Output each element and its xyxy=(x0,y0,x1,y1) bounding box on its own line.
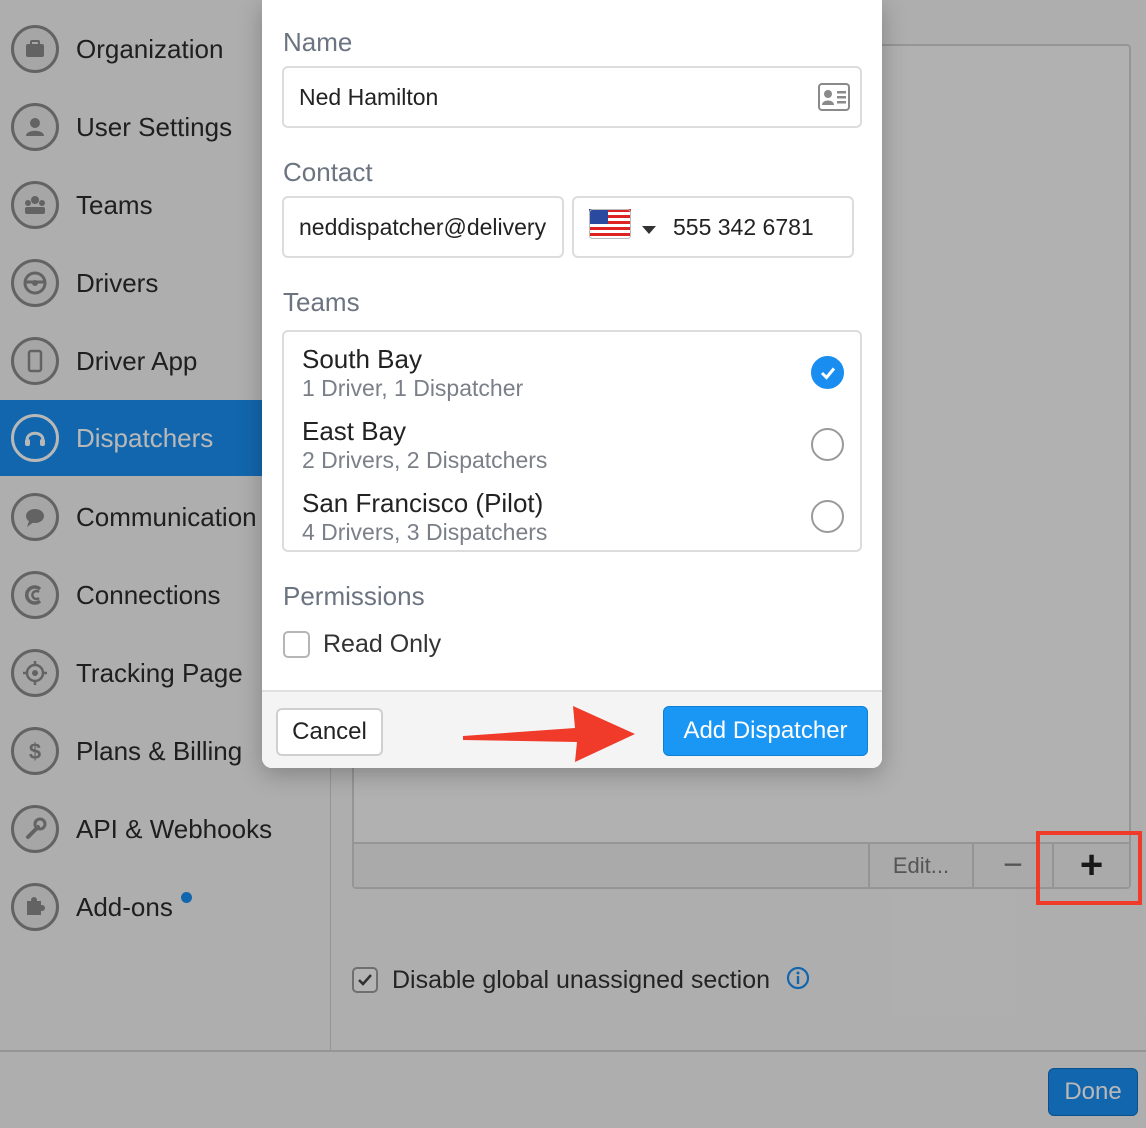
read-only-row[interactable]: Read Only xyxy=(283,630,441,659)
team-name: San Francisco (Pilot) xyxy=(302,488,544,518)
team-radio[interactable] xyxy=(811,500,844,533)
contact-section-label: Contact xyxy=(283,157,373,187)
team-name: East Bay xyxy=(302,416,407,446)
read-only-label: Read Only xyxy=(323,630,442,658)
teams-list: South Bay 1 Driver, 1 Dispatcher East Ba… xyxy=(282,330,862,552)
chevron-down-icon xyxy=(641,214,657,241)
team-detail: 2 Drivers, 2 Dispatchers xyxy=(302,447,548,473)
contact-card-icon xyxy=(818,83,850,117)
annotation-highlight-box xyxy=(1036,831,1142,905)
team-detail: 4 Drivers, 3 Dispatchers xyxy=(302,519,548,545)
checkmark-icon xyxy=(820,367,835,380)
team-detail: 1 Driver, 1 Dispatcher xyxy=(302,375,524,401)
team-radio[interactable] xyxy=(811,428,844,461)
read-only-checkbox[interactable] xyxy=(283,631,310,658)
name-section-label: Name xyxy=(283,27,353,57)
phone-value: 555 342 6781 xyxy=(673,213,814,240)
permissions-section-label: Permissions xyxy=(283,581,425,611)
team-row-south-bay[interactable]: South Bay 1 Driver, 1 Dispatcher xyxy=(284,344,860,416)
team-name: South Bay xyxy=(302,344,422,374)
team-row-san-francisco[interactable]: San Francisco (Pilot) 4 Drivers, 3 Dispa… xyxy=(284,488,860,560)
email-value: neddispatcher@delivery xyxy=(299,213,547,240)
teams-section-label: Teams xyxy=(283,287,360,317)
country-selector[interactable] xyxy=(589,209,657,245)
name-value: Ned Hamilton xyxy=(299,83,439,110)
add-dispatcher-button[interactable]: Add Dispatcher xyxy=(663,706,868,756)
email-field[interactable]: neddispatcher@delivery xyxy=(282,196,564,258)
name-field[interactable]: Ned Hamilton xyxy=(282,66,862,128)
annotation-arrow-icon xyxy=(463,706,635,762)
us-flag-icon xyxy=(589,209,631,245)
team-radio-checked[interactable] xyxy=(811,356,844,389)
cancel-button[interactable]: Cancel xyxy=(276,708,383,756)
phone-field[interactable]: 555 342 6781 xyxy=(572,196,854,258)
add-dispatcher-modal: Name Ned Hamilton Contact neddispatcher@… xyxy=(262,0,882,768)
team-row-east-bay[interactable]: East Bay 2 Drivers, 2 Dispatchers xyxy=(284,416,860,488)
